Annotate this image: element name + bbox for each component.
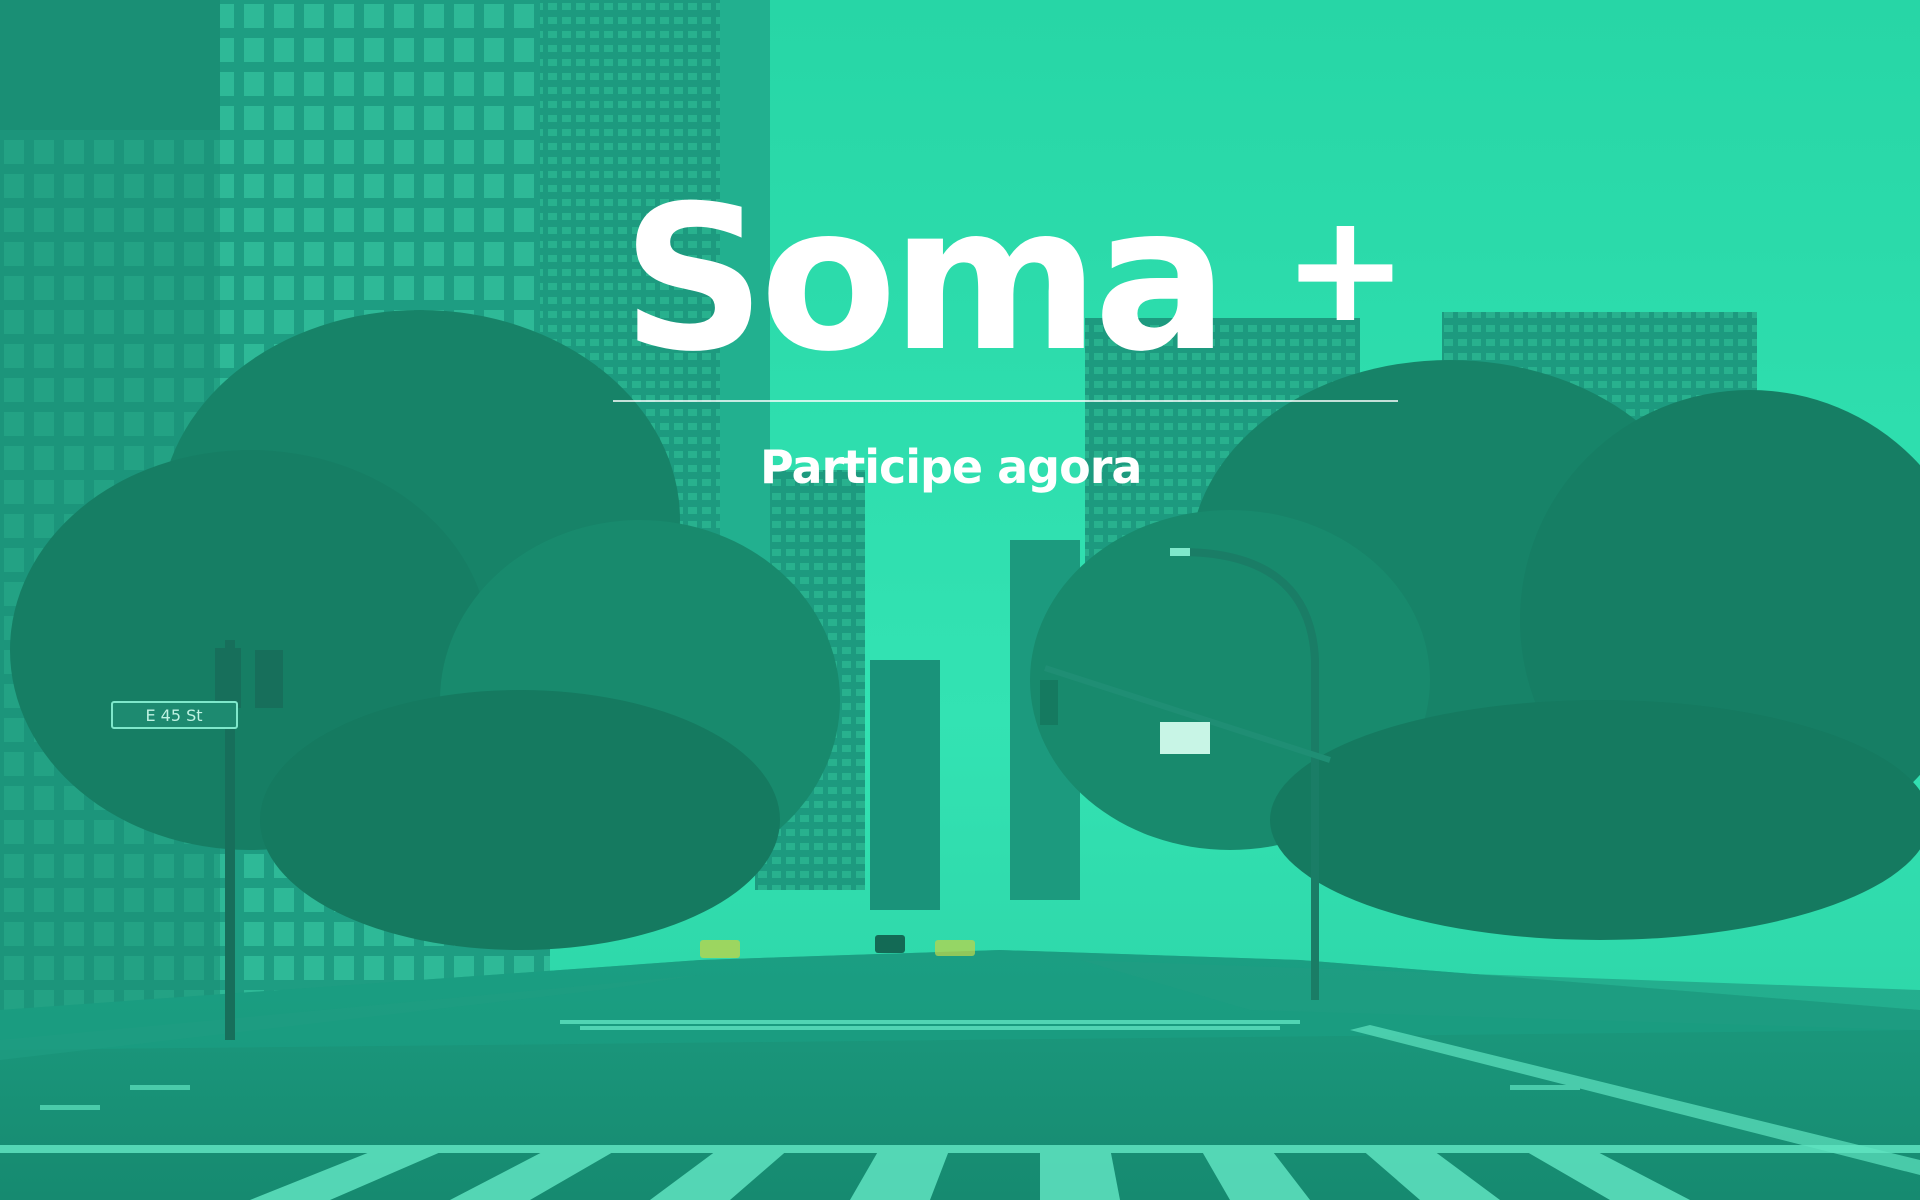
- brand-logo: Soma +: [0, 180, 1920, 380]
- hero-section: E 45 St Soma + Participe agora: [0, 0, 1920, 1200]
- street-sign-text: E 45 St: [145, 706, 202, 725]
- plus-icon: +: [1282, 182, 1409, 356]
- title-divider: [613, 400, 1398, 402]
- brand-name: Soma: [621, 163, 1229, 396]
- brand-title: Soma +: [621, 163, 1409, 396]
- participe-agora-link[interactable]: Participe agora: [760, 440, 1180, 494]
